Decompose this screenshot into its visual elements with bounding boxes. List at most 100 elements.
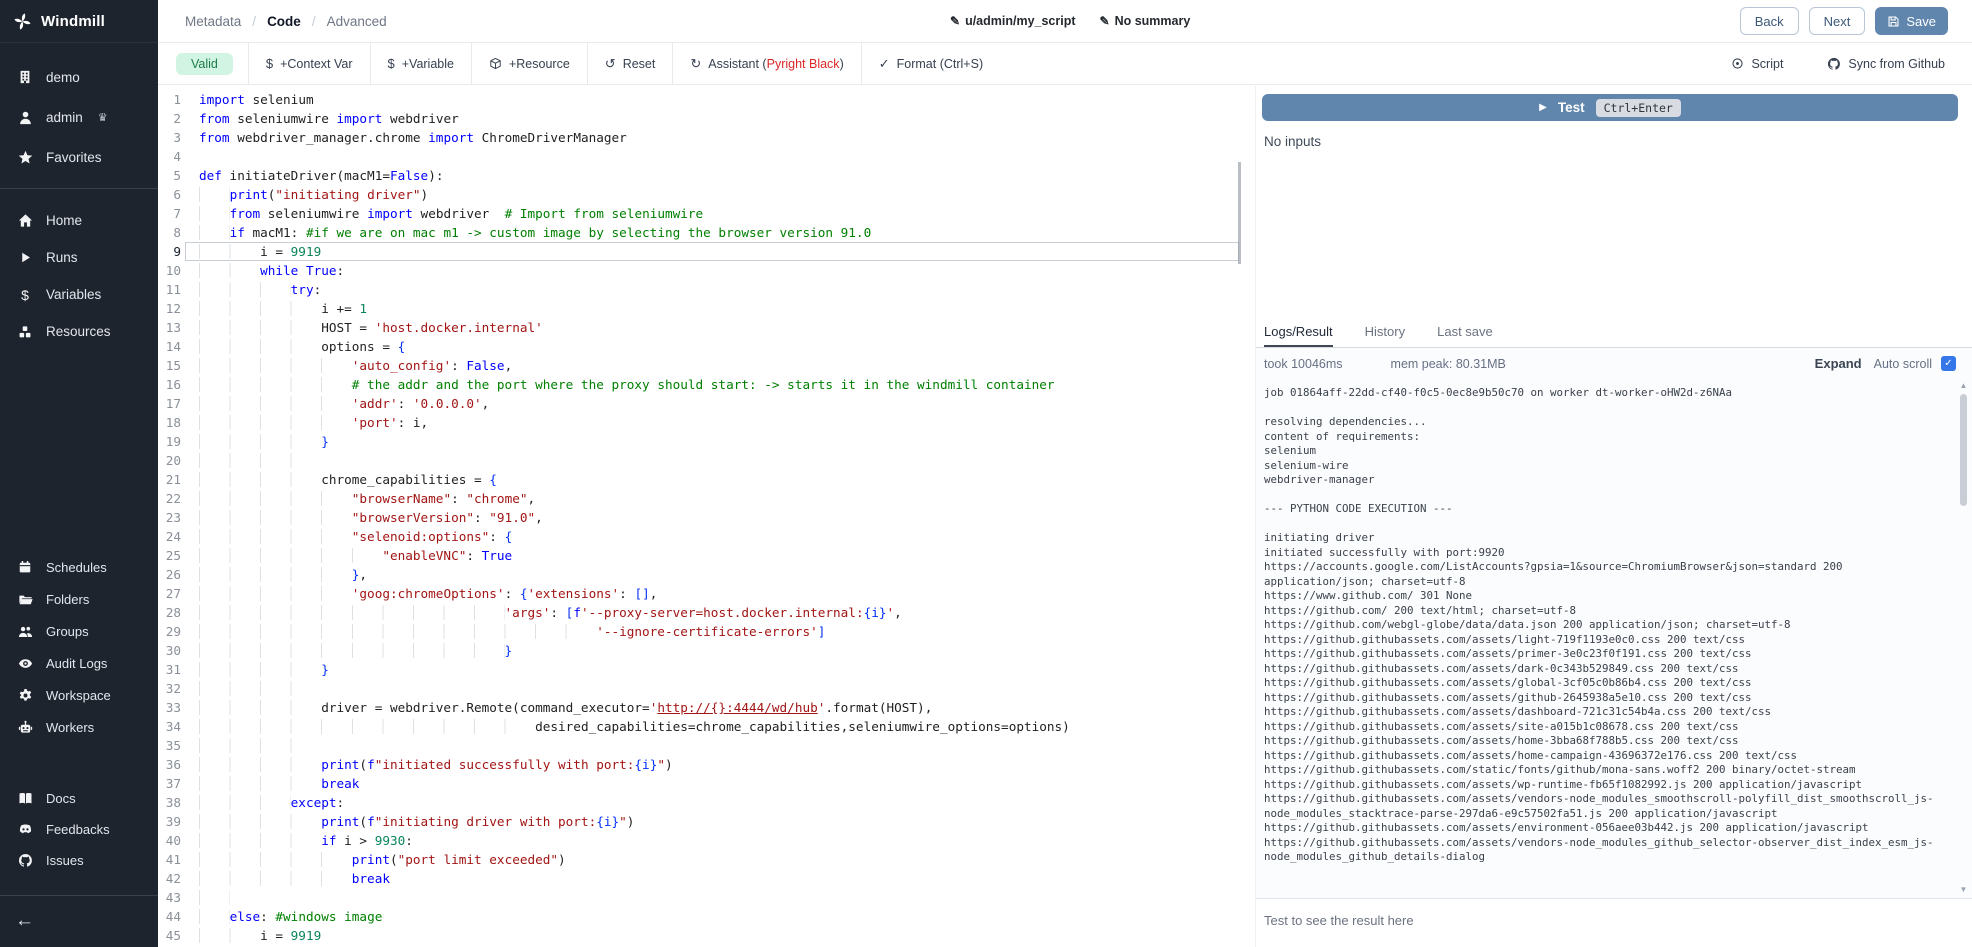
code-line-3[interactable]: 3from webdriver_manager.chrome import Ch… — [158, 128, 1255, 147]
code-line-43[interactable]: 43 — [158, 888, 1255, 907]
code-line-25[interactable]: 25 "enableVNC": True — [158, 546, 1255, 565]
code-line-14[interactable]: 14 options = { — [158, 337, 1255, 356]
back-button[interactable]: Back — [1740, 7, 1799, 35]
add-context-var-button[interactable]: $ +Context Var — [249, 43, 370, 84]
sidebar-item-workspace[interactable]: Workspace — [0, 679, 158, 711]
code-line-40[interactable]: 40 if i > 9930: — [158, 831, 1255, 850]
code-line-19[interactable]: 19 } — [158, 432, 1255, 451]
sidebar-item-docs[interactable]: Docs — [0, 783, 158, 814]
sidebar-item-issues[interactable]: Issues — [0, 845, 158, 876]
code-line-20[interactable]: 20 — [158, 451, 1255, 470]
save-button[interactable]: Save — [1875, 7, 1948, 35]
code-line-34[interactable]: 34 desired_capabilities=chrome_capabilit… — [158, 717, 1255, 736]
script-summary-edit[interactable]: ✎ No summary — [1100, 14, 1191, 28]
script-kind-button[interactable]: Script — [1731, 57, 1783, 71]
sidebar-collapse-button[interactable]: ← — [0, 910, 158, 932]
sidebar-item-favorites[interactable]: Favorites — [0, 137, 158, 177]
code-line-8[interactable]: 8 if macM1: #if we are on mac m1 -> cust… — [158, 223, 1255, 242]
code-line-2[interactable]: 2from seleniumwire import webdriver — [158, 109, 1255, 128]
code-line-7[interactable]: 7 from seleniumwire import webdriver # I… — [158, 204, 1255, 223]
sidebar-item-runs[interactable]: Runs — [0, 239, 158, 276]
tab-history[interactable]: History — [1365, 318, 1405, 347]
sidebar-item-home[interactable]: Home — [0, 202, 158, 239]
sidebar-item-audit-logs[interactable]: Audit Logs — [0, 647, 158, 679]
user-menu[interactable]: admin ♛ — [0, 97, 158, 137]
expand-button[interactable]: Expand — [1815, 356, 1862, 371]
workspace-selector[interactable]: demo — [0, 57, 158, 97]
app-logo[interactable]: Windmill — [0, 0, 158, 43]
sidebar-divider — [0, 188, 158, 189]
tab-metadata[interactable]: Metadata — [185, 14, 241, 29]
sync-from-github-button[interactable]: Sync from Github — [1827, 57, 1945, 71]
code-line-17[interactable]: 17 'addr': '0.0.0.0', — [158, 394, 1255, 413]
autoscroll-checkbox[interactable]: ✓ — [1941, 356, 1956, 371]
code-line-11[interactable]: 11 try: — [158, 280, 1255, 299]
code-line-13[interactable]: 13 HOST = 'host.docker.internal' — [158, 318, 1255, 337]
reset-button[interactable]: ↺ Reset — [588, 43, 673, 84]
sidebar-item-groups[interactable]: Groups — [0, 615, 158, 647]
code-line-12[interactable]: 12 i += 1 — [158, 299, 1255, 318]
tab-logs-result[interactable]: Logs/Result — [1264, 318, 1333, 347]
sidebar-item-resources[interactable]: Resources — [0, 313, 158, 350]
code-line-1[interactable]: 1import selenium — [158, 90, 1255, 109]
line-number: 40 — [158, 831, 181, 850]
code-line-42[interactable]: 42 break — [158, 869, 1255, 888]
editor-scrollbar[interactable] — [1238, 162, 1241, 264]
tab-last-save[interactable]: Last save — [1437, 318, 1493, 347]
scroll-up-icon[interactable]: ▲ — [1958, 381, 1969, 391]
code-line-26[interactable]: 26 }, — [158, 565, 1255, 584]
code-line-6[interactable]: 6 print("initiating driver") — [158, 185, 1255, 204]
code-line-27[interactable]: 27 'goog:chromeOptions': {'extensions': … — [158, 584, 1255, 603]
tab-code[interactable]: Code — [267, 14, 301, 29]
format-button[interactable]: ✓ Format (Ctrl+S) — [862, 43, 1000, 84]
code-line-37[interactable]: 37 break — [158, 774, 1255, 793]
scroll-down-icon[interactable]: ▼ — [1958, 885, 1969, 895]
autoscroll-label[interactable]: Auto scroll — [1874, 357, 1932, 371]
code-line-38[interactable]: 38 except: — [158, 793, 1255, 812]
check-icon: ✓ — [879, 57, 890, 70]
sidebar-item-feedbacks[interactable]: Feedbacks — [0, 814, 158, 845]
script-path-edit[interactable]: ✎ u/admin/my_script — [950, 14, 1076, 28]
code-line-9[interactable]: 9 i = 9919 — [158, 242, 1255, 261]
code-line-31[interactable]: 31 } — [158, 660, 1255, 679]
code-line-33[interactable]: 33 driver = webdriver.Remote(command_exe… — [158, 698, 1255, 717]
code-line-22[interactable]: 22 "browserName": "chrome", — [158, 489, 1255, 508]
code-line-39[interactable]: 39 print(f"initiating driver with port:{… — [158, 812, 1255, 831]
code-line-30[interactable]: 30 } — [158, 641, 1255, 660]
code-editor[interactable]: 1import selenium2from seleniumwire impor… — [158, 86, 1255, 947]
code-line-29[interactable]: 29 '--ignore-certificate-errors'] — [158, 622, 1255, 641]
add-resource-button[interactable]: +Resource — [472, 43, 587, 84]
sidebar-item-variables[interactable]: $Variables — [0, 276, 158, 313]
code-line-15[interactable]: 15 'auto_config': False, — [158, 356, 1255, 375]
script-summary: No summary — [1115, 14, 1191, 28]
code-line-16[interactable]: 16 # the addr and the port where the pro… — [158, 375, 1255, 394]
code-line-28[interactable]: 28 'args': [f'--proxy-server=host.docker… — [158, 603, 1255, 622]
line-number: 20 — [158, 451, 181, 470]
code-line-5[interactable]: 5def initiateDriver(macM1=False): — [158, 166, 1255, 185]
code-line-21[interactable]: 21 chrome_capabilities = { — [158, 470, 1255, 489]
log-scrollbar[interactable]: ▲ ▼ — [1958, 381, 1969, 895]
scrollbar-thumb[interactable] — [1960, 394, 1967, 506]
tab-advanced[interactable]: Advanced — [327, 14, 387, 29]
code-line-4[interactable]: 4 — [158, 147, 1255, 166]
code-line-45[interactable]: 45 i = 9919 — [158, 926, 1255, 945]
code-line-32[interactable]: 32 — [158, 679, 1255, 698]
code-line-36[interactable]: 36 print(f"initiated successfully with p… — [158, 755, 1255, 774]
code-line-44[interactable]: 44 else: #windows image — [158, 907, 1255, 926]
code-line-24[interactable]: 24 "selenoid:options": { — [158, 527, 1255, 546]
sync-label: Sync from Github — [1848, 57, 1945, 71]
code-line-23[interactable]: 23 "browserVersion": "91.0", — [158, 508, 1255, 527]
code-line-41[interactable]: 41 print("port limit exceeded") — [158, 850, 1255, 869]
code-line-10[interactable]: 10 while True: — [158, 261, 1255, 280]
code-line-18[interactable]: 18 'port': i, — [158, 413, 1255, 432]
user-icon — [17, 110, 33, 125]
add-variable-button[interactable]: $ +Variable — [371, 43, 471, 84]
next-button[interactable]: Next — [1809, 7, 1866, 35]
code-line-35[interactable]: 35 — [158, 736, 1255, 755]
test-button[interactable]: ▶ Test Ctrl+Enter — [1262, 94, 1958, 121]
assistant-button[interactable]: ↻ Assistant (Pyright Black) — [673, 43, 860, 84]
sidebar-item-workers[interactable]: Workers — [0, 711, 158, 743]
sidebar-item-folders[interactable]: Folders — [0, 583, 158, 615]
sidebar-item-schedules[interactable]: Schedules — [0, 551, 158, 583]
line-number: 43 — [158, 888, 181, 907]
